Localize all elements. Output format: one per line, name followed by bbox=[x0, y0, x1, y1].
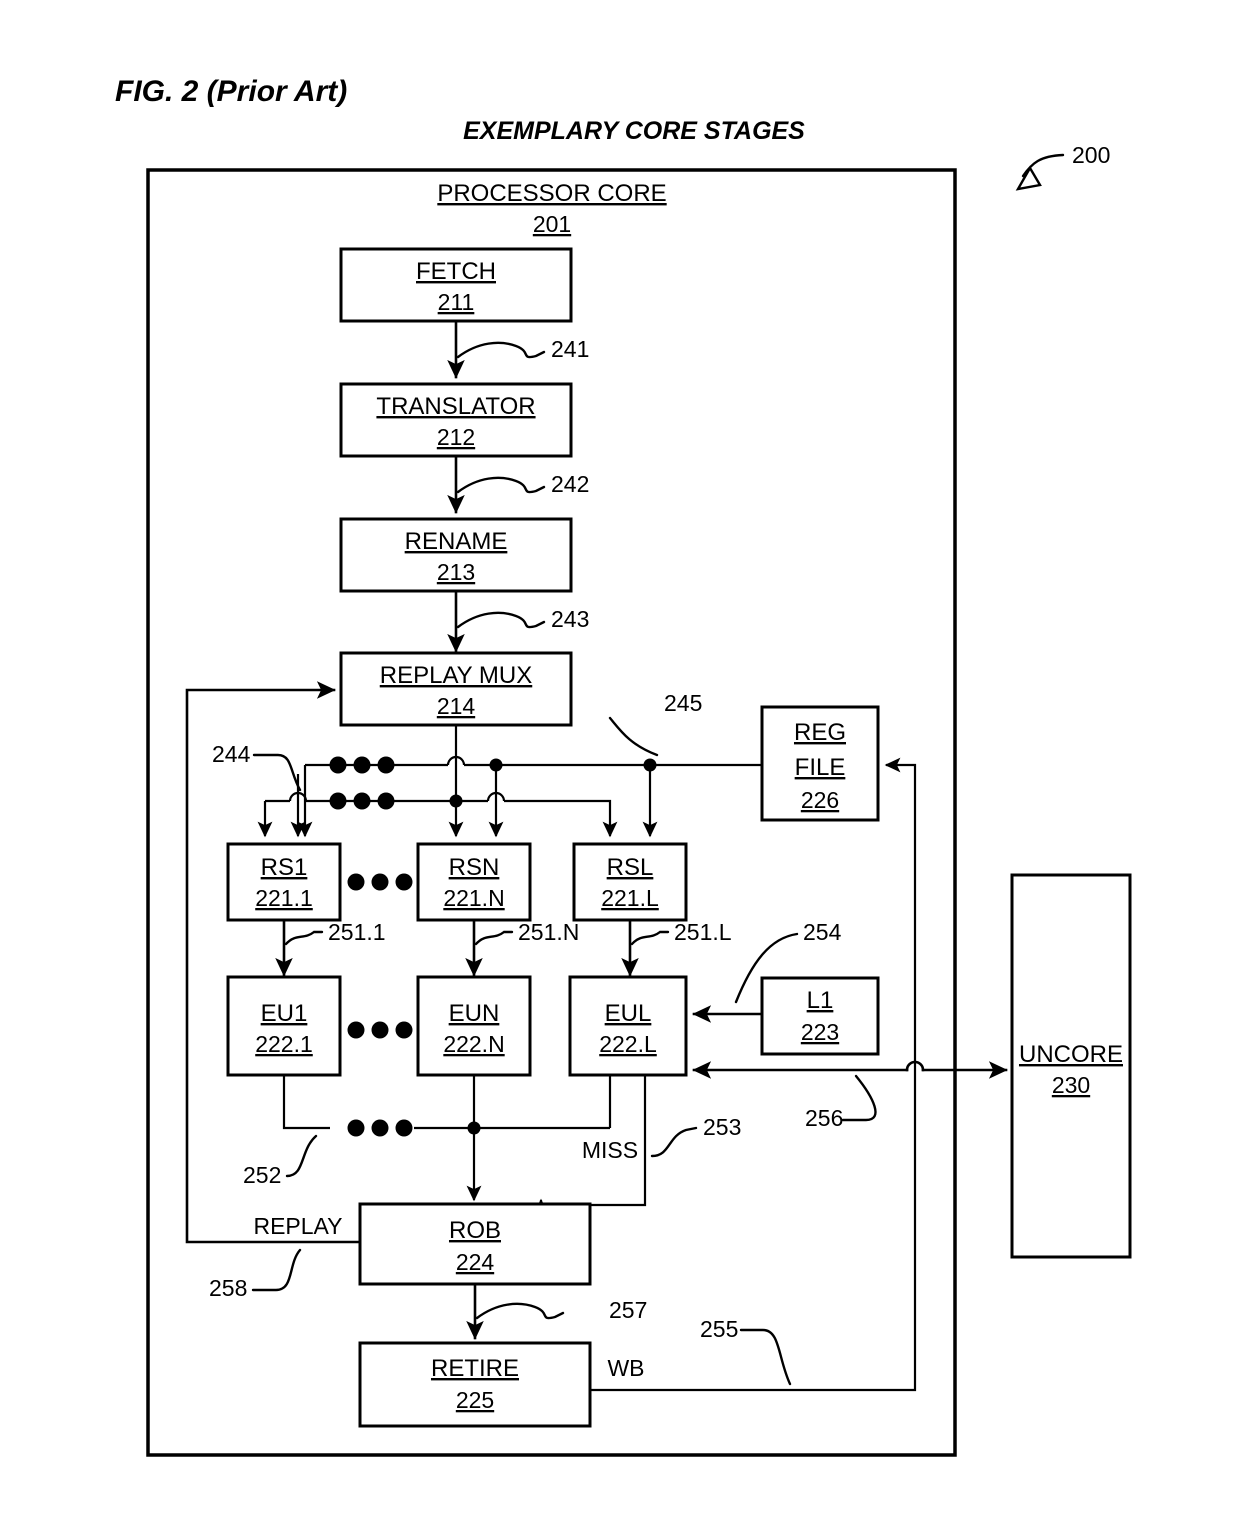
junction-dot bbox=[489, 758, 503, 772]
block-rsl[interactable]: RSL 221.L bbox=[572, 842, 688, 922]
block-rename[interactable]: RENAME 213 bbox=[339, 517, 573, 593]
figure-root: FIG. 2 (Prior Art) EXEMPLARY CORE STAGES… bbox=[0, 0, 1240, 1531]
block-rename-ref: 213 bbox=[437, 559, 475, 585]
leader-251-l bbox=[630, 930, 670, 946]
block-reg-file-label-2: FILE bbox=[795, 754, 846, 781]
patent-figure-svg: FIG. 2 (Prior Art) EXEMPLARY CORE STAGES… bbox=[115, 75, 1132, 1457]
block-reg-file[interactable]: REG FILE 226 bbox=[760, 705, 880, 822]
block-l1-ref: 223 bbox=[801, 1019, 839, 1045]
ref-251-n: 251.N bbox=[518, 919, 579, 945]
block-eun[interactable]: EUN 222.N bbox=[416, 975, 532, 1077]
junction-dot bbox=[643, 758, 657, 772]
leader-258 bbox=[251, 1248, 302, 1292]
writeback-label: WB bbox=[607, 1355, 644, 1381]
block-rsl-label: RSL bbox=[607, 854, 654, 881]
ref-257: 257 bbox=[609, 1297, 647, 1323]
block-rs1-ref: 221.1 bbox=[255, 885, 313, 911]
replay-label: REPLAY bbox=[253, 1213, 342, 1239]
leader-256 bbox=[841, 1074, 877, 1122]
ref-245: 245 bbox=[664, 690, 702, 716]
junction-dot bbox=[449, 794, 463, 808]
ref-241: 241 bbox=[551, 336, 589, 362]
block-eu1[interactable]: EU1 222.1 bbox=[226, 975, 342, 1077]
block-eul-ref: 222.L bbox=[599, 1031, 657, 1057]
operand-bus-upper bbox=[297, 755, 762, 838]
ellipsis-bus-lower bbox=[329, 792, 395, 810]
ref-256: 256 bbox=[805, 1105, 843, 1131]
leader-244 bbox=[252, 753, 302, 792]
block-eul[interactable]: EUL 222.L bbox=[568, 975, 688, 1077]
ref-251-l: 251.L bbox=[674, 919, 732, 945]
ref-244: 244 bbox=[212, 741, 251, 767]
leader-241 bbox=[456, 341, 546, 359]
ellipsis-eu-row bbox=[347, 1021, 413, 1039]
system-ref-leader bbox=[1015, 153, 1065, 191]
block-rob-ref: 224 bbox=[456, 1249, 495, 1275]
ref-255: 255 bbox=[700, 1316, 738, 1342]
block-reg-file-ref: 226 bbox=[801, 787, 839, 813]
ellipsis-rs-row bbox=[347, 873, 413, 891]
operand-bus-lower bbox=[257, 791, 618, 838]
block-rsl-ref: 221.L bbox=[601, 885, 659, 911]
block-rsn-label: RSN bbox=[449, 854, 500, 881]
block-replay-mux-label: REPLAY MUX bbox=[380, 662, 533, 689]
leader-243 bbox=[456, 611, 546, 629]
ref-253: 253 bbox=[703, 1114, 741, 1140]
block-eul-label: EUL bbox=[605, 1000, 652, 1027]
processor-core-ref: 201 bbox=[533, 211, 571, 237]
wire-eul-to-uncore bbox=[692, 1060, 1008, 1079]
block-retire[interactable]: RETIRE 225 bbox=[358, 1341, 592, 1428]
ref-258: 258 bbox=[209, 1275, 247, 1301]
block-rob[interactable]: ROB 224 bbox=[358, 1202, 592, 1286]
wire-replay-feedback bbox=[185, 681, 362, 1244]
ref-251-1: 251.1 bbox=[328, 919, 386, 945]
ref-252: 252 bbox=[243, 1162, 281, 1188]
block-eun-label: EUN bbox=[449, 1000, 500, 1027]
block-rs1-label: RS1 bbox=[261, 854, 308, 881]
leader-255 bbox=[739, 1328, 792, 1386]
block-uncore[interactable]: UNCORE 230 bbox=[1010, 873, 1132, 1259]
block-rs1[interactable]: RS1 221.1 bbox=[226, 842, 342, 922]
block-l1[interactable]: L1 223 bbox=[760, 976, 880, 1056]
leader-257 bbox=[475, 1302, 565, 1320]
leader-242 bbox=[456, 476, 546, 494]
miss-label: MISS bbox=[582, 1137, 638, 1163]
ref-254: 254 bbox=[803, 919, 842, 945]
figure-title: FIG. 2 (Prior Art) bbox=[115, 75, 347, 108]
leader-245 bbox=[608, 716, 659, 757]
block-translator-ref: 212 bbox=[437, 424, 475, 450]
figure-subtitle: EXEMPLARY CORE STAGES bbox=[463, 117, 805, 145]
block-rename-label: RENAME bbox=[405, 528, 508, 555]
block-uncore-label: UNCORE bbox=[1019, 1041, 1123, 1068]
leader-251-1 bbox=[284, 930, 324, 946]
block-reg-file-label-1: REG bbox=[794, 719, 846, 746]
block-eu1-ref: 222.1 bbox=[255, 1031, 313, 1057]
ellipsis-bus-upper bbox=[329, 756, 395, 774]
block-replay-mux-ref: 214 bbox=[437, 693, 476, 719]
block-l1-label: L1 bbox=[807, 987, 834, 1014]
block-fetch-label: FETCH bbox=[416, 258, 496, 285]
block-fetch-ref: 211 bbox=[438, 289, 475, 315]
block-retire-label: RETIRE bbox=[431, 1355, 519, 1382]
block-replay-mux[interactable]: REPLAY MUX 214 bbox=[339, 651, 573, 727]
block-translator-label: TRANSLATOR bbox=[376, 393, 535, 420]
leader-252 bbox=[285, 1134, 318, 1178]
eu-result-bus bbox=[282, 1075, 612, 1202]
block-rsn[interactable]: RSN 221.N bbox=[416, 842, 532, 922]
ellipsis-result-bus bbox=[347, 1119, 413, 1137]
block-rob-label: ROB bbox=[449, 1217, 501, 1244]
block-translator[interactable]: TRANSLATOR 212 bbox=[339, 382, 573, 458]
leader-251-n bbox=[474, 930, 514, 946]
system-ref-number: 200 bbox=[1072, 142, 1110, 168]
block-uncore-ref: 230 bbox=[1052, 1072, 1090, 1098]
block-rsn-ref: 221.N bbox=[443, 885, 504, 911]
block-eu1-label: EU1 bbox=[261, 1000, 308, 1027]
ref-243: 243 bbox=[551, 606, 589, 632]
processor-core-title: PROCESSOR CORE bbox=[437, 180, 666, 207]
ref-242: 242 bbox=[551, 471, 589, 497]
block-eun-ref: 222.N bbox=[443, 1031, 504, 1057]
leader-253 bbox=[650, 1126, 698, 1158]
block-fetch[interactable]: FETCH 211 bbox=[339, 247, 573, 323]
block-retire-ref: 225 bbox=[456, 1387, 494, 1413]
